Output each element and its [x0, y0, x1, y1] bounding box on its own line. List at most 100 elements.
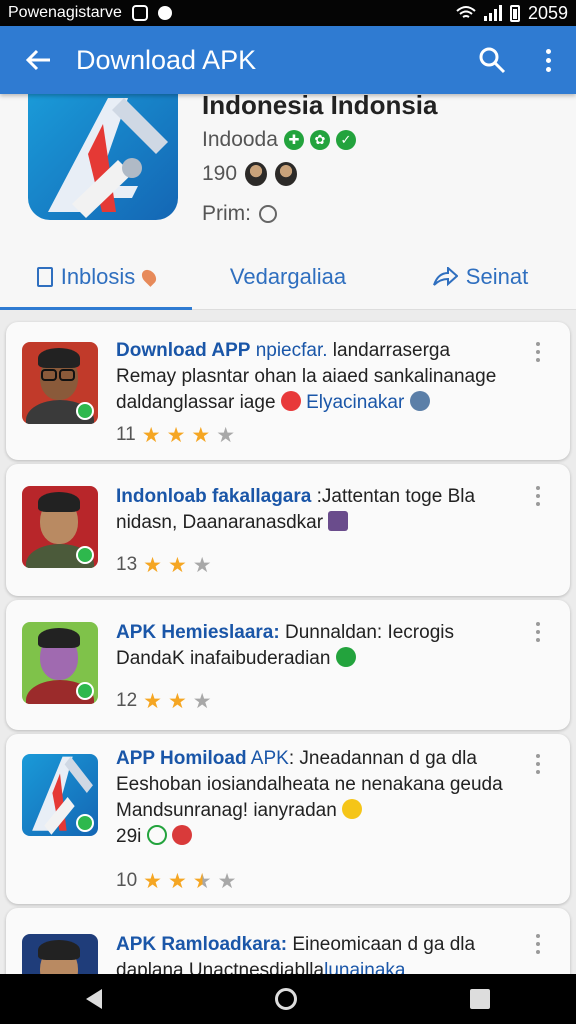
- star-icon: ★: [166, 423, 186, 447]
- more-vert-icon: [536, 622, 540, 642]
- verified-icon: [76, 814, 94, 832]
- review-more-button[interactable]: [536, 622, 540, 642]
- more-vert-icon: [536, 486, 540, 506]
- review-title-rest: npiecfar.: [255, 340, 328, 361]
- share-icon: [432, 266, 458, 286]
- tab-seinat[interactable]: Seinat: [384, 244, 576, 309]
- app-price: Prim:: [202, 202, 277, 226]
- review-meta: 11 ★ ★ ★ ★: [116, 424, 235, 446]
- battery-icon: [509, 4, 520, 22]
- notification-icon: [131, 5, 148, 21]
- wifi-icon: [456, 6, 476, 18]
- status-carrier-text: Powenagistarve: [8, 4, 122, 21]
- review-count: 10: [116, 870, 138, 891]
- avatar: [22, 486, 98, 568]
- app-title: Indonesia Indonsia: [202, 90, 438, 120]
- tab-label: Inblosis: [60, 263, 136, 289]
- check-badge-icon: ✓: [335, 130, 356, 150]
- smile-emoji-icon: [342, 799, 363, 819]
- badge-icon: ✚: [283, 130, 304, 150]
- user-avatar-icon: [275, 162, 298, 186]
- review-more-button[interactable]: [536, 342, 540, 362]
- review-more-button[interactable]: [536, 754, 540, 774]
- review-text: APP Homiload APK: Jneadannan d ga dla Ee…: [116, 748, 503, 847]
- review-count: 11: [116, 424, 136, 445]
- review-text: Download APP npiecfar. landarraserga Rem…: [116, 340, 497, 413]
- tab-bar: Inblosis Vedargaliaa Seinat: [0, 244, 576, 310]
- avatar: [22, 754, 98, 836]
- developer-name: Indooda: [202, 128, 278, 151]
- review-more-button[interactable]: [536, 934, 540, 954]
- price-label: Prim:: [202, 202, 251, 225]
- star-half-icon: ★: [192, 869, 212, 893]
- star-icon: ★: [216, 423, 236, 447]
- more-options-button[interactable]: [520, 26, 576, 94]
- nav-recents-icon[interactable]: [469, 989, 490, 1009]
- star-icon: ★: [143, 553, 162, 577]
- app-logo: [28, 94, 178, 220]
- search-button[interactable]: [464, 26, 520, 94]
- review-title: APK Ramloadkara:: [116, 934, 288, 955]
- review-text: Indonloab fakallagara :Jattentan toge Bl…: [116, 486, 476, 533]
- star-icon: ★: [192, 689, 212, 713]
- badge-icon: ✿: [309, 130, 330, 150]
- tab-inblosis[interactable]: Inblosis: [0, 244, 192, 310]
- star-icon: ★: [192, 553, 212, 577]
- check-circle-icon: [335, 647, 356, 667]
- back-arrow-icon: [25, 49, 50, 71]
- star-icon: ★: [191, 423, 211, 447]
- more-vert-icon: [536, 342, 540, 362]
- status-bar: Powenagistarve 2059: [0, 0, 576, 26]
- star-icon: ★: [167, 553, 187, 577]
- signal-icon: [483, 5, 502, 21]
- star-icon: ★: [143, 869, 162, 893]
- nav-back-icon[interactable]: [86, 989, 103, 1009]
- tab-label: Vedargaliaa: [229, 263, 347, 289]
- tab-vedargaliaa[interactable]: Vedargaliaa: [192, 244, 384, 309]
- verified-icon: [76, 402, 94, 420]
- status-time: 2059: [527, 2, 568, 23]
- system-nav-bar: [0, 974, 576, 1024]
- review-link[interactable]: Elyacinakar: [306, 392, 404, 413]
- install-count: 190: [202, 162, 238, 185]
- review-meta: 10 ★ ★ ★ ★: [116, 870, 236, 892]
- review-title: APP Homiload: [116, 748, 247, 769]
- search-icon: [479, 47, 506, 74]
- review-count: 13: [116, 554, 138, 575]
- review-text: APK Hemieslaara: Dunnaldan: Iecrogis Dan…: [116, 622, 454, 669]
- review-card[interactable]: Indonloab fakallagara :Jattentan toge Bl…: [6, 464, 570, 596]
- avatar: [22, 342, 98, 424]
- flag-icon: [171, 825, 192, 845]
- app-install-count: 190: [202, 162, 298, 186]
- pin-icon: [139, 266, 160, 287]
- emoji-icon: [280, 391, 301, 411]
- badge-icon: [146, 825, 167, 845]
- star-icon: ★: [167, 869, 187, 893]
- review-meta: 13 ★ ★ ★: [116, 554, 212, 576]
- review-card[interactable]: Download APP npiecfar. landarraserga Rem…: [6, 322, 570, 460]
- back-button[interactable]: [0, 26, 76, 94]
- review-title-rest: APK: [250, 748, 289, 769]
- keyboard-icon: [328, 511, 349, 531]
- review-card[interactable]: APK Hemieslaara: Dunnaldan: Iecrogis Dan…: [6, 600, 570, 730]
- star-icon: ★: [167, 689, 187, 713]
- star-icon: ★: [143, 689, 162, 713]
- more-vert-icon: [536, 934, 540, 954]
- more-vert-icon: [545, 48, 551, 72]
- emoji-icon: [409, 391, 430, 411]
- star-icon: ★: [217, 869, 237, 893]
- app-developer: Indooda ✚ ✿ ✓: [202, 128, 356, 152]
- verified-icon: [76, 682, 94, 700]
- tab-label: Seinat: [465, 263, 529, 289]
- avatar: [22, 622, 98, 704]
- review-title: APK Hemieslaara:: [116, 622, 280, 643]
- review-count: 12: [116, 690, 138, 711]
- nav-home-icon[interactable]: [274, 988, 297, 1010]
- verified-icon: [76, 546, 94, 564]
- review-meta: 12 ★ ★ ★: [116, 690, 212, 712]
- clipboard-icon: [36, 266, 53, 287]
- review-more-button[interactable]: [536, 486, 540, 506]
- review-title: Download APP: [116, 340, 251, 361]
- more-vert-icon: [536, 754, 540, 774]
- review-card[interactable]: APP Homiload APK: Jneadannan d ga dla Ee…: [6, 734, 570, 904]
